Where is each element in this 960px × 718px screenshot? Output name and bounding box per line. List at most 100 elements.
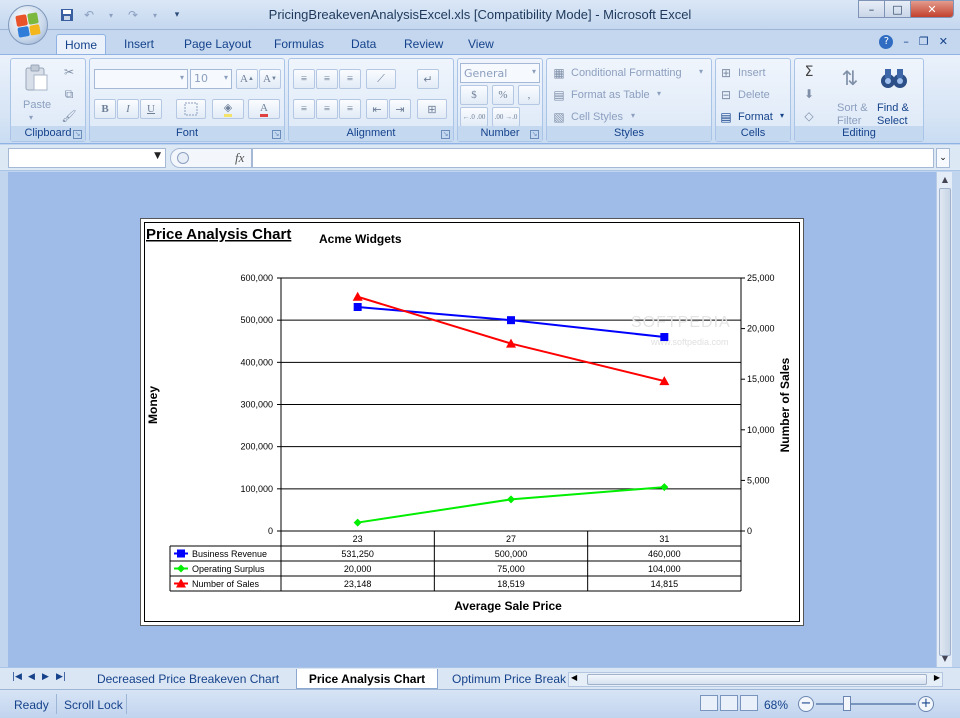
scroll-left-icon[interactable]: ◀	[571, 673, 577, 682]
vertical-scrollbar[interactable]: ▲ ▼	[936, 172, 952, 667]
copy-icon[interactable]: ⧉	[59, 85, 79, 103]
sheet-tab-optimum-price[interactable]: Optimum Price Break	[442, 669, 566, 689]
cut-icon[interactable]: ✂	[59, 63, 79, 81]
horizontal-scrollbar[interactable]: ◀ ▶	[568, 672, 943, 687]
clear-icon[interactable]: ◇	[799, 107, 819, 125]
scroll-right-icon[interactable]: ▶	[934, 673, 940, 682]
insert-cells-button[interactable]: Insert	[738, 67, 766, 79]
format-cells-button[interactable]: Format	[738, 111, 773, 123]
conditional-formatting-button[interactable]: Conditional Formatting	[571, 67, 682, 79]
cell-styles-dropdown-icon[interactable]: ▾	[631, 111, 635, 120]
align-top-button[interactable]: ≡	[293, 69, 315, 89]
alignment-launcher-icon[interactable]: ↘	[441, 130, 450, 139]
page-layout-view-icon[interactable]	[720, 695, 738, 711]
orientation-button[interactable]: ⟋	[366, 69, 396, 89]
page-break-view-icon[interactable]	[740, 695, 758, 711]
tab-formulas[interactable]: Formulas	[266, 34, 332, 54]
tab-view[interactable]: View	[460, 34, 502, 54]
sheet-tab-decreased-price[interactable]: Decreased Price Breakeven Chart	[82, 669, 294, 689]
clipboard-launcher-icon[interactable]: ↘	[73, 130, 82, 139]
sheet-tab-price-analysis[interactable]: Price Analysis Chart	[296, 669, 438, 689]
chart-area[interactable]: Price Analysis Chart Acme Widgets 600,000 5…	[140, 218, 804, 626]
increase-indent-button[interactable]: ⇥	[389, 99, 411, 119]
increase-decimal-button[interactable]: ←.0 .00	[460, 107, 488, 127]
close-button[interactable]: ✕	[910, 0, 954, 18]
merge-center-button[interactable]: ⊞	[417, 99, 447, 119]
autosum-icon[interactable]: Σ	[799, 63, 819, 81]
format-painter-icon[interactable]: 🖌	[59, 107, 79, 125]
conditional-formatting-dropdown-icon[interactable]: ▾	[699, 67, 703, 76]
format-as-table-button[interactable]: Format as Table	[571, 89, 650, 101]
borders-button[interactable]	[176, 99, 206, 119]
tab-page-layout[interactable]: Page Layout	[176, 34, 259, 54]
shrink-font-button[interactable]: A ▼	[259, 69, 281, 89]
font-size-select[interactable]: 10 ▾	[190, 69, 232, 89]
formula-input[interactable]	[252, 148, 934, 168]
normal-view-icon[interactable]	[700, 695, 718, 711]
next-sheet-icon[interactable]: ▶	[42, 672, 49, 682]
zoom-in-button[interactable]: +	[918, 696, 934, 712]
paste-button[interactable]: Paste	[23, 99, 51, 111]
y2-tick-label: 15,000	[747, 374, 775, 384]
number-format-select[interactable]: General ▾	[460, 63, 540, 83]
currency-button[interactable]: $	[460, 85, 488, 105]
zoom-slider-track[interactable]	[816, 703, 916, 705]
find-select-label-1[interactable]: Find &	[877, 102, 909, 114]
sort-filter-label-1[interactable]: Sort &	[837, 102, 868, 114]
window-title: PricingBreakevenAnalysisExcel.xls [Compa…	[268, 7, 692, 22]
tab-review[interactable]: Review	[396, 34, 451, 54]
horizontal-scroll-thumb[interactable]	[587, 674, 927, 685]
vertical-scroll-thumb[interactable]	[939, 188, 951, 656]
name-box-dropdown-icon[interactable]: ▼	[154, 151, 161, 161]
decrease-indent-button[interactable]: ⇤	[366, 99, 388, 119]
workbook-minimize-icon[interactable]: –	[903, 35, 909, 49]
help-icon[interactable]: ?	[879, 35, 894, 49]
align-right-button[interactable]: ≡	[339, 99, 361, 119]
fill-icon[interactable]: ⬇	[799, 85, 819, 103]
tab-home[interactable]: Home	[56, 34, 107, 54]
tab-data[interactable]: Data	[343, 34, 384, 54]
font-name-select[interactable]: ▾	[94, 69, 188, 89]
workbook-restore-icon[interactable]: ❐	[919, 35, 929, 49]
font-color-button[interactable]: A	[248, 99, 280, 119]
zoom-out-button[interactable]: −	[798, 696, 814, 712]
italic-button[interactable]: I	[117, 99, 139, 119]
zoom-slider-thumb[interactable]	[843, 696, 851, 711]
zoom-level[interactable]: 68%	[764, 698, 788, 712]
tab-insert[interactable]: Insert	[116, 34, 162, 54]
delete-cells-button[interactable]: Delete	[738, 89, 770, 101]
first-sheet-icon[interactable]: |◀	[12, 672, 22, 682]
align-middle-button[interactable]: ≡	[316, 69, 338, 89]
format-as-table-dropdown-icon[interactable]: ▾	[657, 89, 661, 98]
paste-icon[interactable]	[21, 63, 51, 93]
align-left-button[interactable]: ≡	[293, 99, 315, 119]
minimize-button[interactable]: –	[858, 0, 885, 18]
formula-bar-grip-icon[interactable]	[177, 152, 189, 164]
scroll-up-icon[interactable]: ▲	[938, 172, 952, 188]
bold-button[interactable]: B	[94, 99, 116, 119]
font-launcher-icon[interactable]: ↘	[272, 130, 281, 139]
percent-button[interactable]: %	[492, 85, 514, 105]
format-cells-dropdown-icon[interactable]: ▾	[780, 111, 784, 120]
insert-function-button[interactable]: fx	[235, 150, 244, 166]
name-box[interactable]: ▼	[8, 148, 166, 168]
wrap-text-button[interactable]: ↵	[417, 69, 439, 89]
expand-formula-bar-icon[interactable]: ⌄	[936, 148, 950, 168]
scroll-down-icon[interactable]: ▼	[938, 651, 952, 667]
last-sheet-icon[interactable]: ▶|	[56, 672, 66, 682]
number-launcher-icon[interactable]: ↘	[530, 130, 539, 139]
workbook-close-icon[interactable]: ✕	[939, 35, 948, 49]
prev-sheet-icon[interactable]: ◀	[28, 672, 35, 682]
comma-button[interactable]: ,	[518, 85, 540, 105]
maximize-button[interactable]: □	[884, 0, 911, 18]
align-center-button[interactable]: ≡	[316, 99, 338, 119]
cell-styles-button[interactable]: Cell Styles	[571, 111, 623, 123]
decrease-decimal-button[interactable]: .00 →.0	[492, 107, 520, 127]
paste-dropdown-icon[interactable]: ▾	[29, 113, 33, 122]
underline-button[interactable]: U	[140, 99, 162, 119]
align-bottom-button[interactable]: ≡	[339, 69, 361, 89]
office-button[interactable]	[8, 5, 48, 45]
fill-color-button[interactable]: ◈	[212, 99, 244, 119]
editing-group: Σ ⬇ ◇ ⇅ Sort & Filter Find & Select Edit…	[794, 58, 924, 142]
grow-font-button[interactable]: A ▲	[236, 69, 258, 89]
